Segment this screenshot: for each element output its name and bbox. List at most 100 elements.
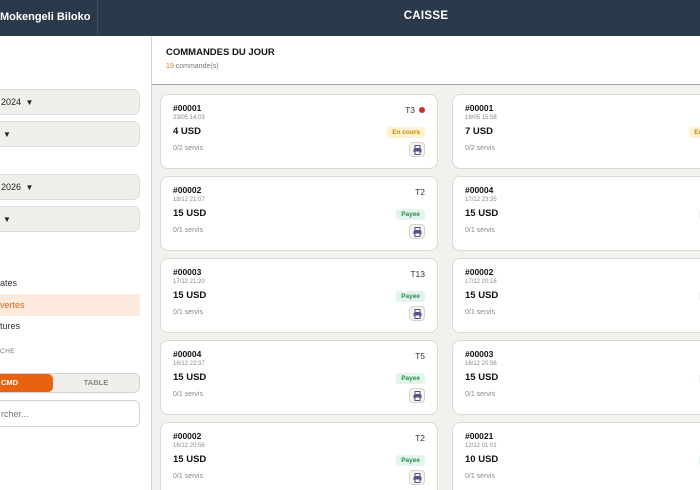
order-date: 16/12 20:56 bbox=[465, 361, 497, 367]
red-dot-icon bbox=[419, 107, 425, 113]
order-table: T13 bbox=[410, 269, 425, 279]
order-card[interactable]: #00001 19/05 15:58 7 USD 0/2 servis En co bbox=[452, 94, 700, 169]
order-status-badge: En co bbox=[689, 127, 700, 138]
order-card[interactable]: #00002 16/12 20:56 15 USD 0/1 servis T2 Payee bbox=[160, 422, 438, 490]
order-served-count: 0/1 servis bbox=[173, 227, 203, 234]
order-served-count: 0/1 servis bbox=[465, 473, 495, 480]
page-title: CAISSE bbox=[403, 10, 449, 22]
orders-title: COMMANDES DU JOUR bbox=[166, 47, 275, 58]
order-status-badge: Payee bbox=[396, 291, 425, 302]
order-amount: 7 USD bbox=[465, 126, 493, 137]
order-table-label: T2 bbox=[415, 187, 425, 197]
order-number: #00001 bbox=[173, 103, 202, 113]
orders-count: 19 commande(s) bbox=[166, 63, 219, 70]
order-amount: 15 USD bbox=[465, 372, 499, 383]
order-table: T3 bbox=[405, 105, 425, 115]
order-status-badge: En cours bbox=[387, 127, 425, 138]
order-number: #00004 bbox=[173, 349, 202, 359]
order-date: 23/05 14:03 bbox=[173, 115, 205, 121]
orders-grid: #00001 23/05 14:03 4 USD 0/2 servis T3 En cou… bbox=[152, 86, 700, 490]
order-card[interactable]: #00004 16/12 22:37 15 USD 0/1 servis T5 Payee bbox=[160, 340, 438, 415]
order-table-label: T2 bbox=[415, 433, 425, 443]
filter-all[interactable]: ates bbox=[0, 272, 140, 294]
filter-open[interactable]: vertes bbox=[0, 294, 140, 316]
order-amount: 10 USD bbox=[465, 454, 499, 465]
print-button[interactable] bbox=[409, 388, 425, 403]
order-table-label: T13 bbox=[410, 269, 425, 279]
caret-down-icon: ▼ bbox=[25, 183, 34, 192]
order-number: #00021 bbox=[465, 431, 494, 441]
date-to-year-value: 2026 bbox=[1, 182, 22, 192]
order-table: T2 bbox=[415, 433, 425, 443]
order-card[interactable]: #0000417/12 23:3515 USD0/1 servisPa bbox=[452, 176, 700, 251]
print-button[interactable] bbox=[409, 142, 425, 157]
order-card[interactable]: #0000217/12 20:1615 USD0/1 servisPa bbox=[452, 258, 700, 333]
order-date: 16/12 22:37 bbox=[173, 361, 205, 367]
order-amount: 15 USD bbox=[465, 208, 499, 219]
order-date: 17/12 23:35 bbox=[465, 197, 497, 203]
order-number: #00004 bbox=[465, 185, 494, 195]
print-button[interactable] bbox=[409, 306, 425, 321]
order-status-badge: Payee bbox=[396, 373, 425, 384]
search-mode-toggle: CMD TABLE bbox=[0, 373, 140, 393]
order-served-count: 0/2 servis bbox=[173, 145, 203, 152]
print-button[interactable] bbox=[409, 224, 425, 239]
order-card[interactable]: #0000316/12 20:5615 USD0/1 servisPa bbox=[452, 340, 700, 415]
order-table: T2 bbox=[415, 187, 425, 197]
order-date: 18/12 21:07 bbox=[173, 197, 205, 203]
order-card[interactable]: #0002112/12 01:0110 USD0/1 servisPa bbox=[452, 422, 700, 490]
print-button[interactable] bbox=[409, 470, 425, 485]
orders-header: COMMANDES DU JOUR 19 commande(s) bbox=[152, 36, 700, 85]
order-number: #00002 bbox=[173, 431, 202, 441]
order-date: 17/12 21:20 bbox=[173, 279, 205, 285]
order-date: 16/12 20:56 bbox=[173, 443, 205, 449]
top-bar: Mokengeli Biloko CAISSE bbox=[0, 0, 700, 36]
date-to-period-select[interactable]: ▼ bbox=[0, 206, 140, 232]
order-amount: 4 USD bbox=[173, 126, 201, 137]
search-input[interactable] bbox=[0, 400, 140, 427]
orders-count-suffix: commande(s) bbox=[175, 63, 219, 70]
order-amount: 15 USD bbox=[465, 290, 499, 301]
order-amount: 15 USD bbox=[173, 372, 207, 383]
search-section-label: CHE bbox=[0, 348, 15, 355]
search-mode-table[interactable]: TABLE bbox=[53, 374, 139, 392]
order-number: #00002 bbox=[173, 185, 202, 195]
order-date: 19/05 15:58 bbox=[465, 115, 497, 121]
order-amount: 15 USD bbox=[173, 208, 207, 219]
order-served-count: 0/1 servis bbox=[173, 309, 203, 316]
order-number: #00003 bbox=[173, 267, 202, 277]
caret-down-icon: ▼ bbox=[25, 98, 34, 107]
order-date: 17/12 20:16 bbox=[465, 279, 497, 285]
order-card[interactable]: #00002 18/12 21:07 15 USD 0/1 servis T2 Payee bbox=[160, 176, 438, 251]
order-served-count: 0/1 servis bbox=[465, 309, 495, 316]
order-table-label: T3 bbox=[405, 105, 415, 115]
order-served-count: 0/1 servis bbox=[465, 227, 495, 234]
order-table-label: T5 bbox=[415, 351, 425, 361]
order-number: #00002 bbox=[465, 267, 494, 277]
date-to-year-select[interactable]: 2026 ▼ bbox=[0, 174, 140, 200]
date-from-year-value: 2024 bbox=[1, 97, 22, 107]
order-amount: 15 USD bbox=[173, 454, 207, 465]
caret-down-icon: ▼ bbox=[3, 215, 11, 224]
date-from-period-select[interactable]: ▼ bbox=[0, 121, 140, 147]
date-from-year-select[interactable]: 2024 ▼ bbox=[0, 89, 140, 115]
order-number: #00003 bbox=[465, 349, 494, 359]
order-number: #00001 bbox=[465, 103, 494, 113]
order-served-count: 0/1 servis bbox=[173, 391, 203, 398]
order-status-badge: Payee bbox=[396, 455, 425, 466]
search-mode-cmd[interactable]: CMD bbox=[0, 374, 53, 392]
sidebar: 2024 ▼ ▼ 2026 ▼ ▼ ates vertes tures CHE … bbox=[0, 36, 152, 490]
order-date: 12/12 01:01 bbox=[465, 443, 497, 449]
order-card[interactable]: #00001 23/05 14:03 4 USD 0/2 servis T3 En cou… bbox=[160, 94, 438, 169]
order-served-count: 0/1 servis bbox=[173, 473, 203, 480]
restaurant-name: Mokengeli Biloko bbox=[0, 0, 98, 36]
orders-count-number: 19 bbox=[166, 63, 174, 70]
order-status-badge: Payee bbox=[396, 209, 425, 220]
order-served-count: 0/2 servis bbox=[465, 145, 495, 152]
order-table: T5 bbox=[415, 351, 425, 361]
filter-closed[interactable]: tures bbox=[0, 315, 140, 337]
caret-down-icon: ▼ bbox=[3, 130, 11, 139]
order-card[interactable]: #00003 17/12 21:20 15 USD 0/1 servis T13 Paye… bbox=[160, 258, 438, 333]
order-amount: 15 USD bbox=[173, 290, 207, 301]
order-served-count: 0/1 servis bbox=[465, 391, 495, 398]
